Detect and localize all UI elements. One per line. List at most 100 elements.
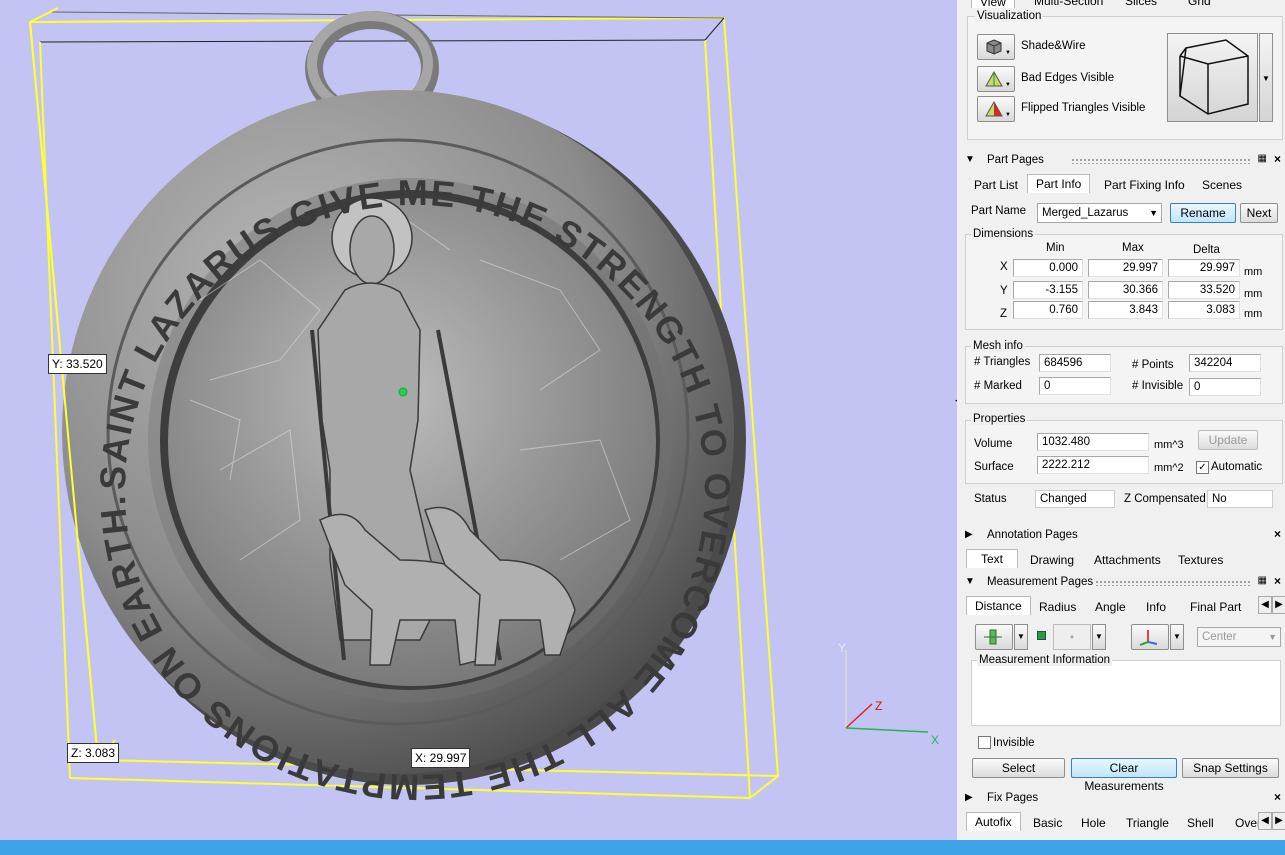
bad-edges-label: Bad Edges Visible bbox=[1021, 72, 1115, 84]
dim-axis-y: Y bbox=[1000, 285, 1008, 297]
shade-wire-label: Shade&Wire bbox=[1021, 40, 1086, 52]
fix-pages-title: Fix Pages bbox=[987, 792, 1039, 804]
measure-point-button[interactable] bbox=[975, 624, 1013, 650]
tab-view[interactable]: View bbox=[971, 0, 1015, 8]
z-compensated-field: No bbox=[1207, 490, 1273, 508]
part-name-label: Part Name bbox=[971, 205, 1026, 217]
tab-part-list[interactable]: Part List bbox=[974, 178, 1018, 192]
properties-title: Properties bbox=[971, 413, 1028, 425]
dim-header-delta: Delta bbox=[1193, 244, 1220, 256]
tab-attachments[interactable]: Attachments bbox=[1094, 553, 1161, 567]
tab-info[interactable]: Info bbox=[1146, 600, 1166, 614]
tab-scroll-left-icon[interactable]: ◀ bbox=[1258, 596, 1272, 614]
pin-icon[interactable]: ▦ bbox=[1258, 153, 1267, 164]
status-field: Changed bbox=[1035, 490, 1115, 508]
view-cube-button[interactable] bbox=[1167, 33, 1258, 122]
part-name-select[interactable]: Merged_Lazarus ▼ bbox=[1037, 203, 1162, 223]
triangle-green-icon bbox=[985, 70, 1003, 87]
y-max-field[interactable]: 30.366 bbox=[1088, 281, 1163, 299]
x-max-field[interactable]: 29.997 bbox=[1088, 259, 1163, 277]
tab-text[interactable]: Text bbox=[966, 549, 1019, 568]
tab-scroll-right-icon[interactable]: ▶ bbox=[1272, 812, 1285, 830]
close-icon[interactable]: × bbox=[1274, 152, 1281, 166]
tab-scroll-left-icon[interactable]: ◀ bbox=[1258, 812, 1272, 830]
xyz-axis-icon bbox=[1139, 630, 1158, 646]
select-button[interactable]: Select bbox=[972, 758, 1065, 778]
tab-autofix[interactable]: Autofix bbox=[966, 812, 1021, 831]
bad-edges-button[interactable]: ▼ bbox=[977, 66, 1015, 92]
snap-settings-button[interactable]: Snap Settings bbox=[1182, 758, 1279, 778]
y-delta-field[interactable]: 33.520 bbox=[1168, 281, 1240, 299]
next-button[interactable]: Next bbox=[1240, 203, 1278, 223]
tab-multi-section[interactable]: Multi-Section bbox=[1034, 0, 1103, 8]
close-icon[interactable]: × bbox=[1274, 790, 1281, 804]
measure-point-dropdown[interactable]: ▼ bbox=[1014, 624, 1028, 650]
tab-grid[interactable]: Grid bbox=[1188, 0, 1211, 8]
dim-axis-x: X bbox=[1000, 261, 1008, 273]
dim-axis-z: Z bbox=[1000, 308, 1008, 320]
tab-radius[interactable]: Radius bbox=[1039, 600, 1076, 614]
rename-button[interactable]: Rename bbox=[1170, 203, 1236, 223]
invisible-checkbox[interactable] bbox=[978, 736, 991, 749]
view-cube-dropdown[interactable]: ▼ bbox=[1259, 33, 1273, 122]
scene-canvas[interactable]: SAINT LAZARUS GIVE ME THE STRENGTH TO OV… bbox=[0, 0, 957, 840]
unit-mm: mm bbox=[1244, 266, 1263, 278]
tab-textures[interactable]: Textures bbox=[1178, 553, 1223, 567]
tab-overlap[interactable]: Over bbox=[1235, 816, 1259, 830]
clear-measurements-button[interactable]: Clear Measurements bbox=[1071, 758, 1177, 793]
automatic-checkbox[interactable]: ✓ bbox=[1196, 461, 1209, 474]
update-button[interactable]: Update bbox=[1198, 430, 1258, 450]
xyz-axis-dropdown[interactable]: ▼ bbox=[1170, 624, 1184, 650]
z-max-field[interactable]: 3.843 bbox=[1088, 301, 1163, 319]
part-pages-header[interactable]: ▼ Part Pages ▦ × bbox=[963, 152, 1281, 170]
x-min-field[interactable]: 0.000 bbox=[1013, 259, 1083, 277]
points-label: # Points bbox=[1132, 359, 1174, 371]
triangles-label: # Triangles bbox=[974, 356, 1031, 368]
3d-viewport[interactable]: SAINT LAZARUS GIVE ME THE STRENGTH TO OV… bbox=[0, 0, 957, 840]
tab-basic[interactable]: Basic bbox=[1033, 816, 1062, 830]
grip-icon bbox=[1071, 158, 1251, 164]
marked-label: # Marked bbox=[974, 380, 1022, 392]
tab-part-fixing-info[interactable]: Part Fixing Info bbox=[1104, 178, 1185, 192]
tab-scroll-right-icon[interactable]: ▶ bbox=[1272, 596, 1285, 614]
center-select[interactable]: Center ▼ bbox=[1197, 627, 1281, 647]
invisible-count-field[interactable]: 0 bbox=[1189, 378, 1261, 396]
unit-mm: mm bbox=[1244, 308, 1263, 320]
tab-part-info[interactable]: Part Info bbox=[1027, 174, 1091, 193]
cube-shade-icon bbox=[986, 39, 1002, 55]
y-min-field[interactable]: -3.155 bbox=[1013, 281, 1083, 299]
tab-hole[interactable]: Hole bbox=[1081, 816, 1106, 830]
shade-wire-button[interactable]: ▼ bbox=[977, 34, 1015, 60]
triangles-field[interactable]: 684596 bbox=[1039, 354, 1111, 372]
tab-drawing[interactable]: Drawing bbox=[1030, 553, 1074, 567]
measure-mode-button[interactable]: • bbox=[1053, 624, 1091, 650]
tab-final-part[interactable]: Final Part bbox=[1190, 600, 1241, 614]
points-field[interactable]: 342204 bbox=[1189, 354, 1261, 372]
tab-triangle[interactable]: Triangle bbox=[1126, 816, 1169, 830]
z-min-field[interactable]: 0.760 bbox=[1013, 301, 1083, 319]
annotation-pages-header[interactable]: ▶ Annotation Pages × bbox=[963, 527, 1281, 545]
measure-mode-dropdown[interactable]: ▼ bbox=[1092, 624, 1106, 650]
xyz-axis-button[interactable] bbox=[1131, 624, 1169, 650]
volume-field[interactable]: 1032.480 bbox=[1037, 433, 1149, 451]
grip-icon bbox=[1095, 580, 1251, 586]
fix-pages-header[interactable]: ▶ Fix Pages × bbox=[963, 790, 1281, 808]
x-delta-field[interactable]: 29.997 bbox=[1168, 259, 1240, 277]
surface-field[interactable]: 2222.212 bbox=[1037, 456, 1149, 474]
tab-slices[interactable]: Slices bbox=[1125, 0, 1157, 8]
close-icon[interactable]: × bbox=[1274, 527, 1281, 541]
tab-angle[interactable]: Angle bbox=[1095, 600, 1126, 614]
marked-field[interactable]: 0 bbox=[1039, 377, 1111, 395]
mesh-info-title: Mesh info bbox=[971, 340, 1025, 352]
measurement-pages-header[interactable]: ▼ Measurement Pages ▦ × bbox=[963, 574, 1281, 592]
tab-shell[interactable]: Shell bbox=[1187, 816, 1214, 830]
tab-scenes[interactable]: Scenes bbox=[1202, 178, 1242, 192]
pin-icon[interactable]: ▦ bbox=[1258, 575, 1267, 586]
z-delta-field[interactable]: 3.083 bbox=[1168, 301, 1240, 319]
x-dimension-label: X: 29.997 bbox=[411, 748, 471, 768]
close-icon[interactable]: × bbox=[1274, 574, 1281, 588]
flipped-triangles-button[interactable]: ▼ bbox=[977, 96, 1015, 122]
tab-distance[interactable]: Distance bbox=[966, 596, 1031, 615]
measurement-pages-title: Measurement Pages bbox=[987, 576, 1094, 588]
surface-label: Surface bbox=[974, 461, 1014, 473]
